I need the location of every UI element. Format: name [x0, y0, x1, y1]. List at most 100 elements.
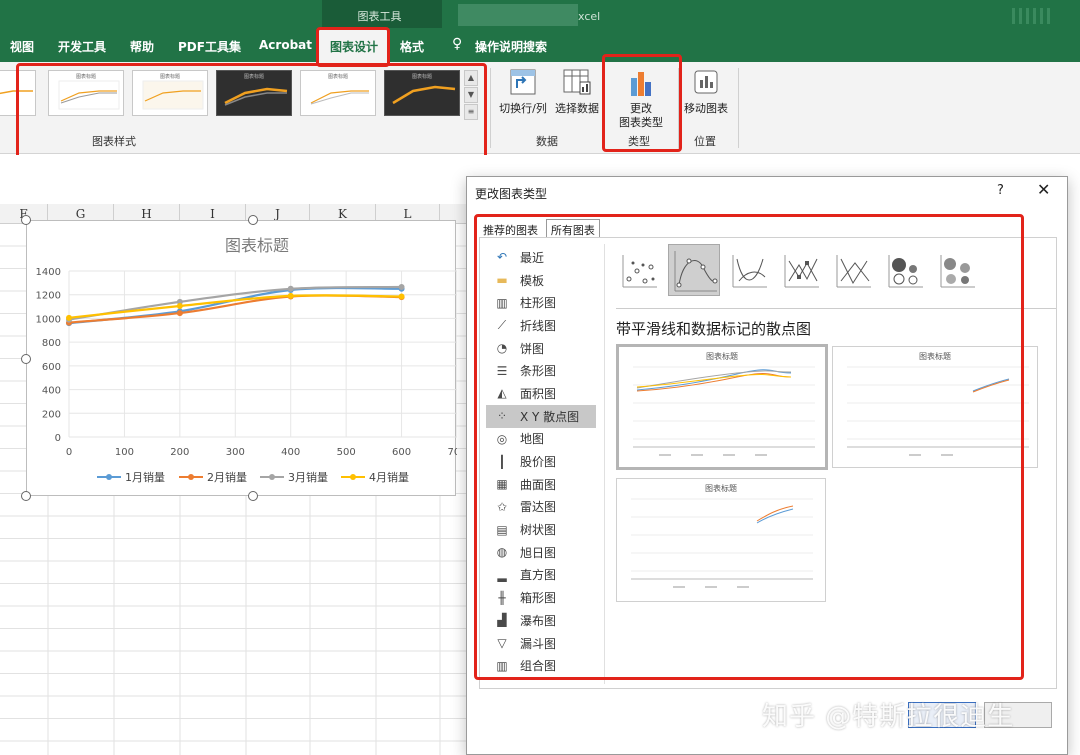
chart-resize-handle[interactable]: [248, 491, 258, 501]
decorative-barcode: [1012, 8, 1052, 24]
chart-type-surface-chart[interactable]: ▦ 曲面图: [486, 473, 596, 496]
y-tick-label: 0: [55, 433, 61, 444]
y-tick-label: 400: [42, 386, 61, 397]
x-tick-label: 100: [115, 447, 134, 458]
x-tick-label: 500: [337, 447, 356, 458]
chart-type-map-chart[interactable]: ◎ 地图: [486, 428, 596, 451]
preview-option-1[interactable]: 图表标题: [616, 344, 828, 470]
surface-chart-icon: ▦: [496, 477, 508, 492]
chart-type-label: 组合图: [520, 659, 557, 674]
chart-type-sunburst-chart[interactable]: ◍ 旭日图: [486, 541, 596, 564]
dialog-tabs: 推荐的图表 所有图表: [479, 219, 600, 240]
move-chart-button[interactable]: 移动图表: [680, 68, 732, 116]
data-point: [398, 284, 405, 291]
y-tick-label: 600: [42, 362, 61, 373]
chart-type-folder[interactable]: ▬ 模板: [486, 269, 596, 292]
legend-label: 2月销量: [207, 470, 247, 484]
chart-style-thumb[interactable]: 图表标题: [48, 70, 124, 116]
scatter-subtype-smooth-markers-icon[interactable]: [668, 244, 720, 296]
x-tick-label: 700: [447, 447, 457, 458]
funnel-chart-icon: ▽: [497, 636, 507, 651]
group-separator: [738, 68, 739, 148]
close-icon[interactable]: ✕: [1037, 180, 1050, 199]
chart-style-thumb[interactable]: 图表标题: [384, 70, 460, 116]
preview-option-2[interactable]: 图表标题: [832, 346, 1038, 468]
chart-type-scatter-chart[interactable]: ⁘ X Y 散点图: [486, 404, 596, 428]
chart-type-area-chart[interactable]: ◭ 面积图: [486, 382, 596, 405]
chart-style-thumb[interactable]: 图表标题: [216, 70, 292, 116]
group-separator: [604, 68, 605, 148]
chart-type-box-whisker-chart[interactable]: ╫ 箱形图: [486, 586, 596, 609]
context-group-title: 图表工具: [357, 10, 402, 23]
gallery-more[interactable]: ≡: [464, 104, 478, 120]
legend-label: 1月销量: [125, 470, 165, 484]
tab-tell-me[interactable]: 操作说明搜索: [475, 38, 547, 55]
chart-type-label: 模板: [520, 273, 545, 288]
data-point: [176, 302, 183, 309]
chart-type-bar-chart[interactable]: ☰ 条形图: [486, 359, 596, 382]
chart-type-histogram-chart[interactable]: ▂ 直方图: [486, 564, 596, 587]
chart-type-pie-chart[interactable]: ◔ 饼图: [486, 337, 596, 360]
data-point: [287, 285, 294, 292]
scatter-subtype-straight-markers-icon[interactable]: [780, 250, 820, 290]
bubble-subtype-icon[interactable]: [884, 250, 924, 290]
chart-type-funnel-chart[interactable]: ▽ 漏斗图: [486, 632, 596, 655]
chart-style-thumb[interactable]: 图表标题: [300, 70, 376, 116]
chart-resize-handle[interactable]: [21, 491, 31, 501]
folder-icon: ▬: [496, 273, 508, 288]
blurred-filename: [458, 4, 578, 26]
recent-icon: ↶: [496, 250, 508, 265]
chart-resize-handle[interactable]: [21, 215, 31, 225]
tab-format[interactable]: 格式: [400, 38, 424, 55]
tab-pdf-tools[interactable]: PDF工具集: [178, 38, 241, 55]
chart-style-thumb[interactable]: 图表标题: [132, 70, 208, 116]
chart-type-radar-chart[interactable]: ✩ 雷达图: [486, 496, 596, 519]
chart-resize-handle[interactable]: [248, 215, 258, 225]
chart-type-line-chart[interactable]: ⟋ 折线图: [486, 314, 596, 337]
chart-canvas: 图表标题 0 200 400 600 800 1000 1200 1400 0 100 200 300 4…: [36, 236, 467, 484]
bubble-3d-subtype-icon[interactable]: [936, 250, 976, 290]
preview-option-3[interactable]: 图表标题: [616, 478, 826, 602]
chart-resize-handle[interactable]: [21, 354, 31, 364]
tab-developer[interactable]: 开发工具: [58, 38, 106, 55]
all-charts-panel: ↶ 最近 ▬ 模板 ▥ 柱形图 ⟋ 折线图 ◔ 饼图 ☰ 条形图 ◭ 面积图 ⁘ X Y 散点图 ◎ 地图 ┃ 股价图…: [479, 237, 1057, 689]
data-point: [176, 310, 183, 317]
chart-type-label: 饼图: [520, 341, 545, 356]
change-chart-type-dialog: 更改图表类型 ? ✕ 推荐的图表 所有图表 ↶ 最近 ▬ 模板 ▥ 柱形图 ⟋ 折线图 ◔ 饼图 ☰…: [466, 176, 1068, 755]
group-label-location: 位置: [694, 135, 716, 148]
select-data-icon: [563, 69, 591, 95]
help-button[interactable]: ?: [997, 183, 1004, 198]
x-tick-label: 200: [170, 447, 189, 458]
tab-help[interactable]: 帮助: [130, 38, 154, 55]
group-separator: [678, 68, 679, 148]
embedded-chart[interactable]: 图表标题 0 200 400 600 800 1000 1200 1400 0 100 200 300 4…: [26, 220, 467, 496]
scatter-subtype-smooth-lines-icon[interactable]: [728, 250, 768, 290]
chart-type-waterfall-chart[interactable]: ▟ 瀑布图: [486, 609, 596, 632]
column-chart-icon: ▥: [496, 295, 508, 310]
lightbulb-icon[interactable]: ♀: [452, 36, 462, 52]
select-data-button[interactable]: 选择数据: [552, 68, 602, 116]
tab-acrobat[interactable]: Acrobat: [259, 38, 312, 52]
chart-type-combo-chart[interactable]: ▥ 组合图: [486, 654, 596, 677]
scatter-subtype-straight-lines-icon[interactable]: [832, 250, 872, 290]
tab-view[interactable]: 视图: [10, 38, 34, 55]
chart-type-treemap-chart[interactable]: ▤ 树状图: [486, 518, 596, 541]
chart-type-column-chart[interactable]: ▥ 柱形图: [486, 291, 596, 314]
legend-marker: [350, 474, 356, 480]
ribbon-body: 图表标题 图表标题 图表标题 图表标题 图表标题 ▲ ▼ ≡ 图表样式 切换行/…: [0, 62, 1080, 154]
change-chart-type-button[interactable]: 更改 图表类型: [610, 68, 672, 130]
gallery-scroll-up[interactable]: ▲: [464, 70, 478, 86]
chart-type-stock-chart[interactable]: ┃ 股价图: [486, 450, 596, 473]
y-tick-label: 1000: [36, 314, 61, 325]
group-label-data: 数据: [536, 135, 558, 148]
chart-style-thumb[interactable]: [0, 70, 36, 116]
gallery-scroll-down[interactable]: ▼: [464, 87, 478, 103]
chart-type-recent[interactable]: ↶ 最近: [486, 246, 596, 269]
panel-divider: [604, 244, 605, 684]
tab-chart-design[interactable]: 图表设计: [319, 30, 389, 62]
x-tick-label: 0: [66, 447, 72, 458]
app-title: xcel: [578, 10, 601, 23]
scatter-subtype-markers-icon[interactable]: [618, 250, 658, 290]
area-chart-icon: ◭: [497, 386, 507, 401]
switch-row-column-button[interactable]: 切换行/列: [496, 68, 550, 116]
